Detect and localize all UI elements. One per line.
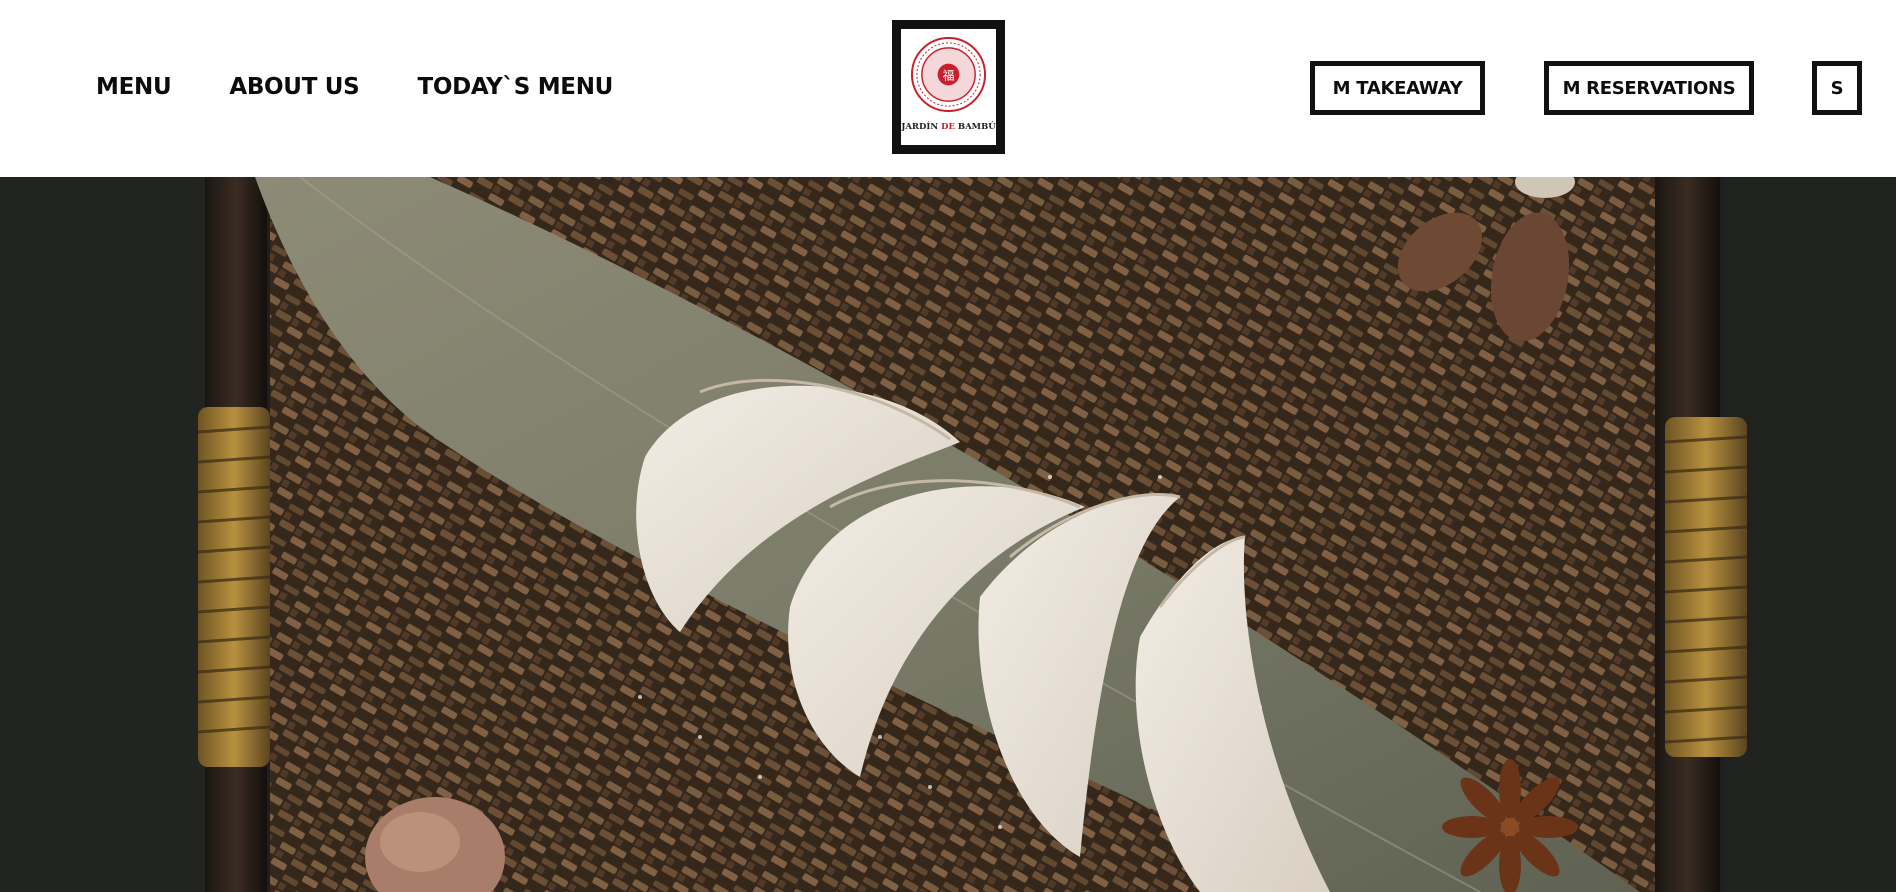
logo-seal-icon: 福 <box>910 36 987 113</box>
left-handle-wrap <box>197 407 271 767</box>
right-handle-wrap <box>1664 417 1748 757</box>
nav-link-about-us[interactable]: ABOUT US <box>229 74 359 100</box>
logo-wordmark-part2: DE <box>941 122 955 132</box>
logo-seal-glyph: 福 <box>943 68 955 82</box>
hero-photo <box>0 177 1896 892</box>
logo-wordmark: JARDÍN DE BAMBÚ <box>901 122 996 132</box>
reservations-button[interactable]: M RESERVATIONS <box>1544 61 1754 115</box>
site-logo[interactable]: 福 JARDÍN DE BAMBÚ <box>892 20 1005 154</box>
hero-image <box>0 177 1896 892</box>
nav-link-menu[interactable]: MENU <box>96 74 172 100</box>
takeaway-button[interactable]: M TAKEAWAY <box>1310 61 1485 115</box>
s-button[interactable]: S <box>1812 61 1862 115</box>
site-header: MENU ABOUT US TODAY`S MENU 福 JARDÍN DE B… <box>0 0 1896 177</box>
primary-nav: MENU ABOUT US TODAY`S MENU <box>96 74 671 100</box>
nav-link-todays-menu[interactable]: TODAY`S MENU <box>417 74 613 100</box>
secondary-nav: M TAKEAWAY M RESERVATIONS S <box>1310 61 1862 115</box>
star-anise <box>1442 759 1578 892</box>
logo-wordmark-part1: JARDÍN <box>901 122 942 132</box>
logo-wordmark-part3: BAMBÚ <box>954 122 996 132</box>
